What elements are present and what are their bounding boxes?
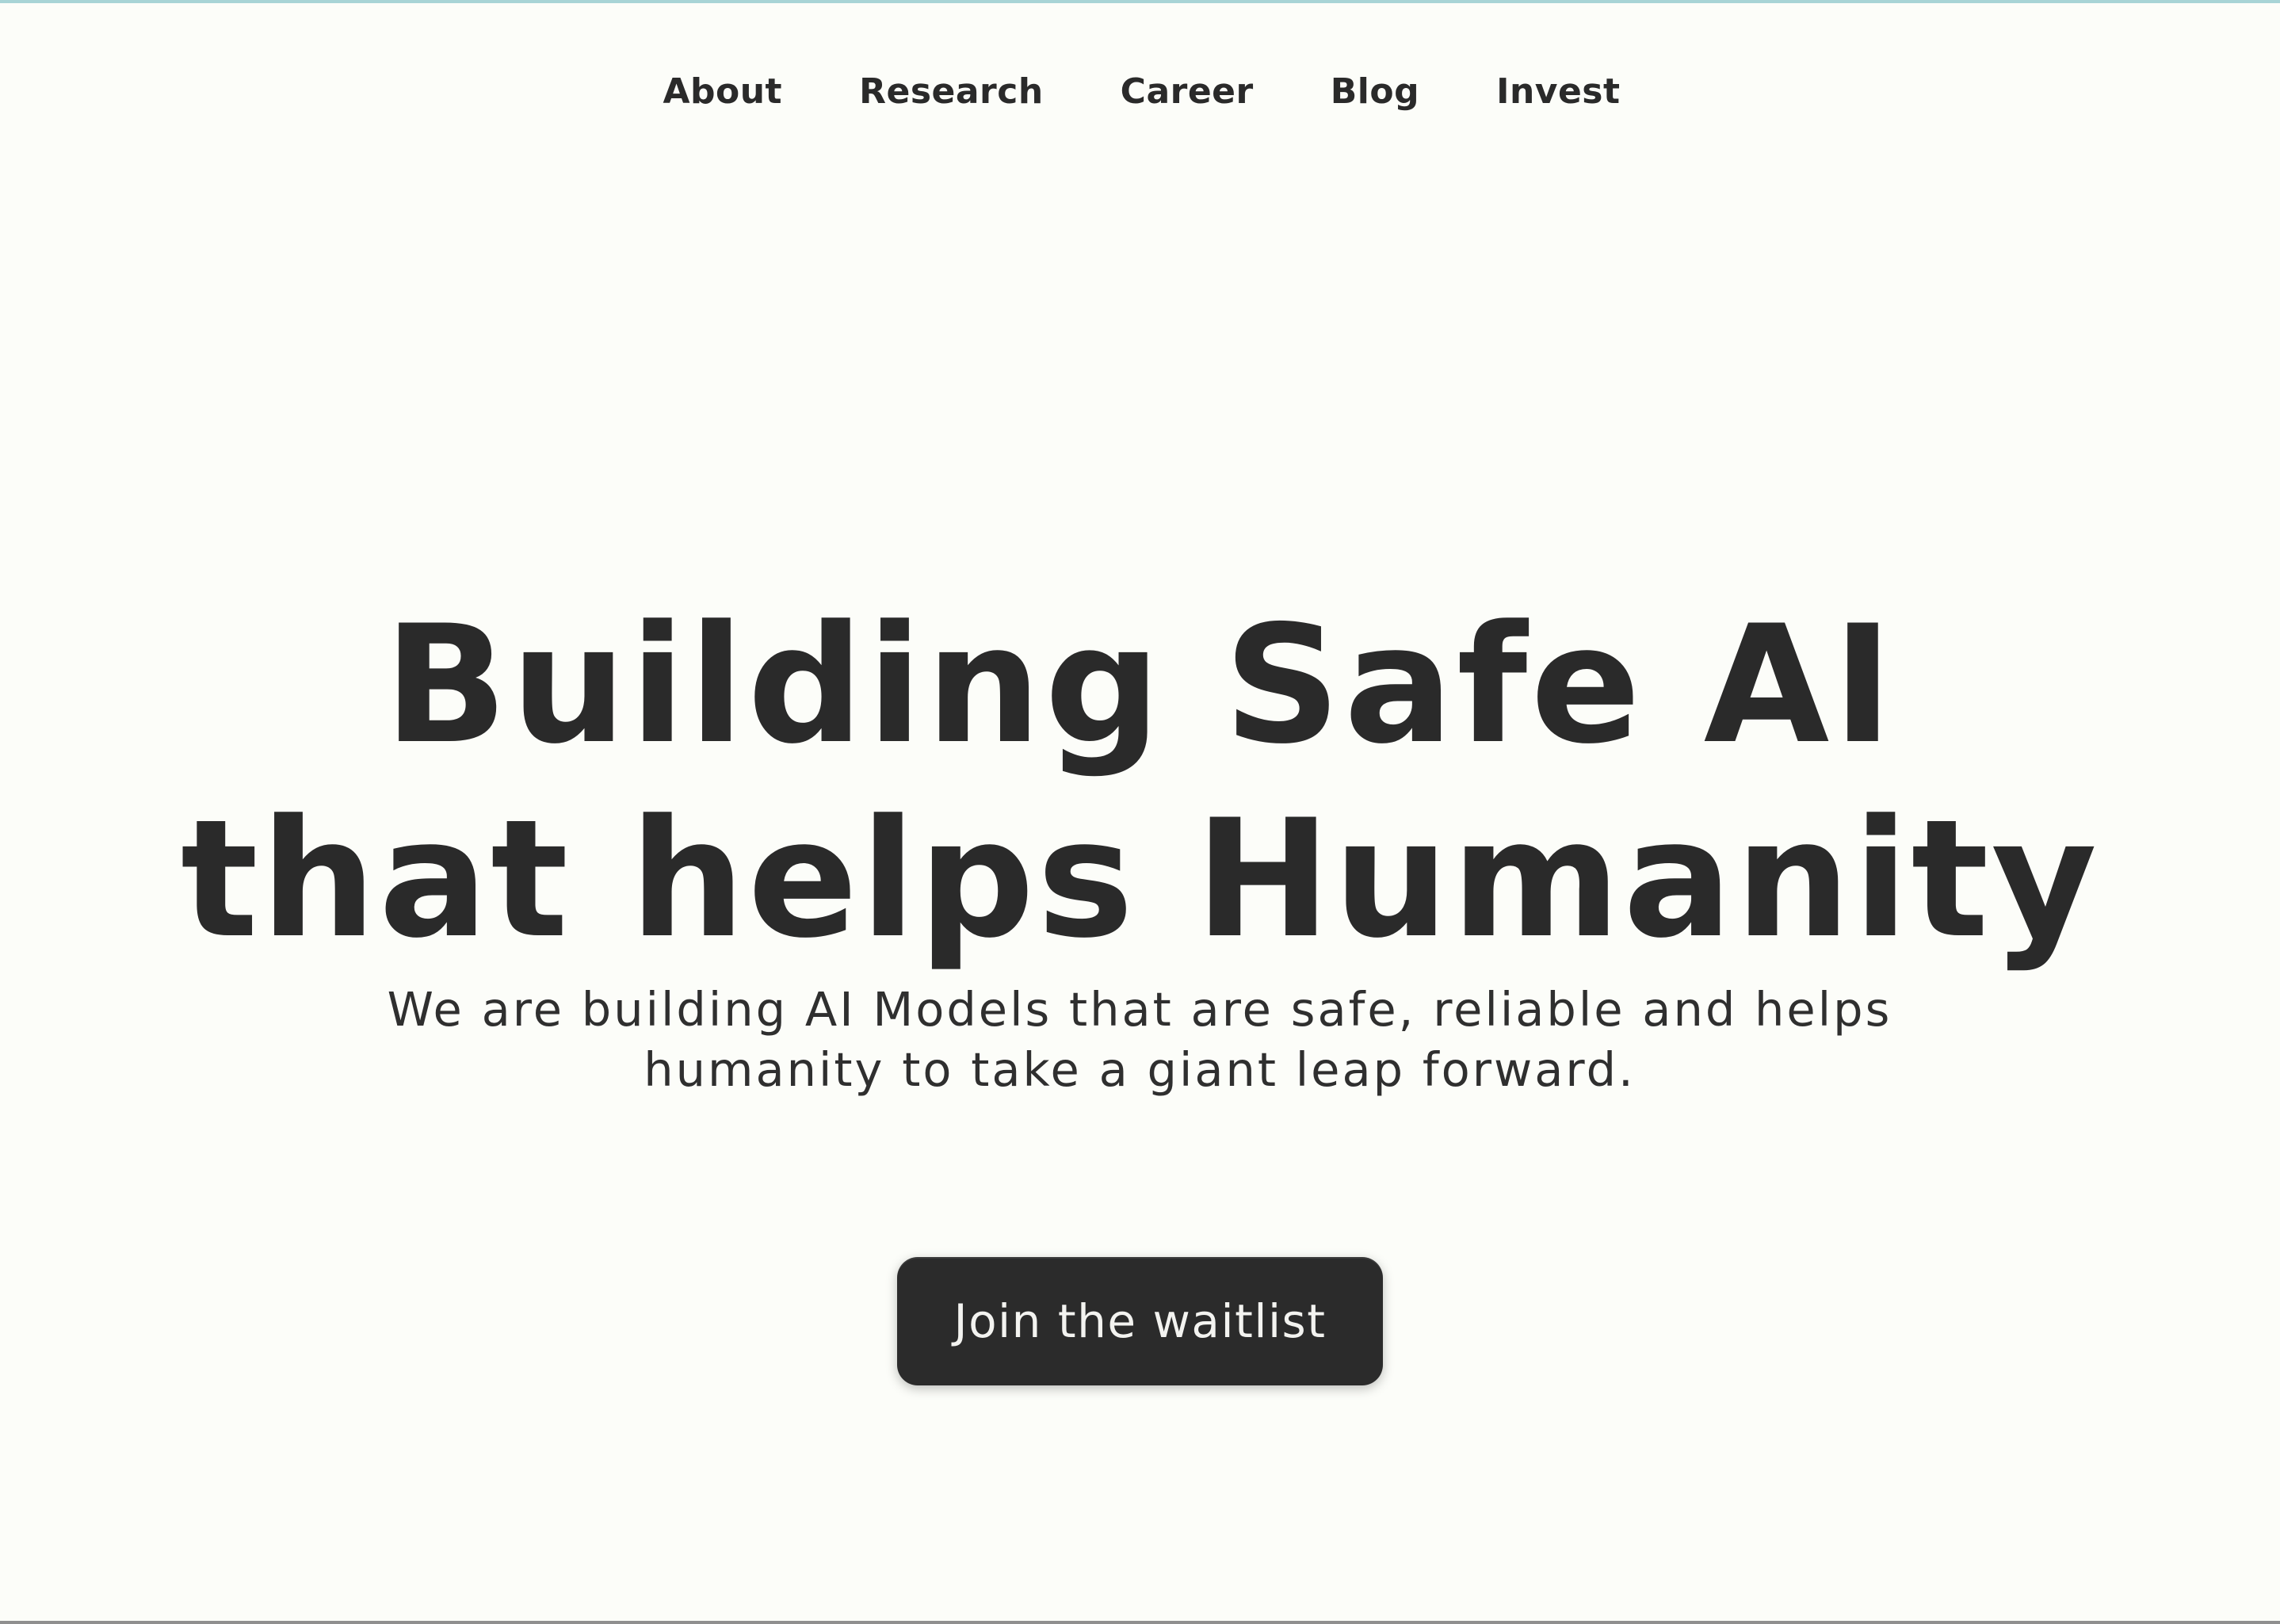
top-accent-bar bbox=[0, 0, 2280, 3]
nav-link-research[interactable]: Research bbox=[859, 62, 1044, 122]
hero-headline-line-1: Building Safe AI bbox=[384, 591, 1896, 780]
nav-link-about[interactable]: About bbox=[663, 62, 782, 122]
nav-link-blog[interactable]: Blog bbox=[1331, 62, 1419, 122]
nav-link-career[interactable]: Career bbox=[1121, 62, 1254, 122]
join-waitlist-button[interactable]: Join the waitlist bbox=[897, 1257, 1383, 1385]
bottom-divider bbox=[0, 1621, 2280, 1624]
hero-headline-line-2: that helps Humanity bbox=[180, 785, 2100, 974]
top-nav: About Research Career Blog Invest bbox=[0, 62, 2280, 122]
nav-link-invest[interactable]: Invest bbox=[1496, 62, 1620, 122]
hero-subtitle: We are building AI Models that are safe,… bbox=[387, 982, 1892, 1097]
